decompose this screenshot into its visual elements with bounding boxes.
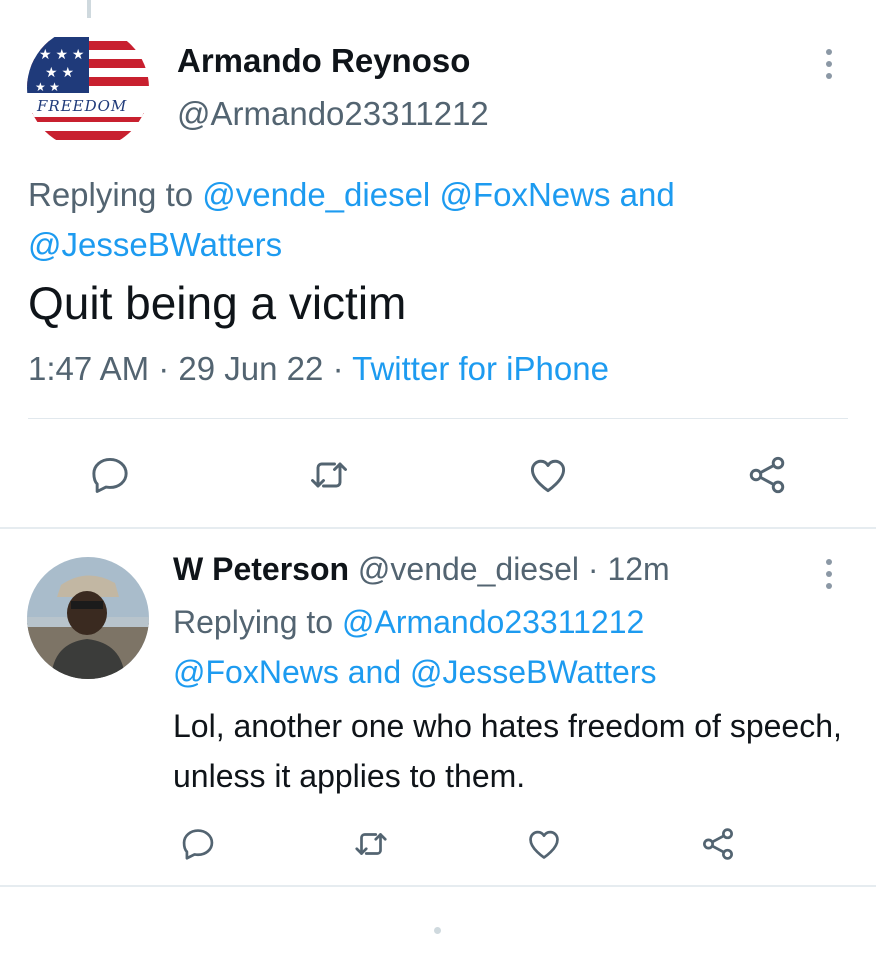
separator-dot: · <box>158 350 170 387</box>
author-handle[interactable]: @Armando23311212 <box>177 95 489 133</box>
replying-to: Replying to @vende_diesel @FoxNews and @J… <box>28 170 828 270</box>
tweet-actions <box>0 450 876 500</box>
replying-to: Replying to @Armando23311212 @FoxNews and… <box>173 597 833 697</box>
author-handle[interactable]: @vende_diesel <box>358 551 579 587</box>
reply-icon[interactable] <box>85 450 135 500</box>
main-tweet: ★ ★ ★ ★ ★ ★ ★ FREEDOM Armando Reynoso @A… <box>0 0 876 528</box>
mention-link[interactable]: @JesseBWatters <box>410 654 656 690</box>
heart-icon[interactable] <box>523 450 573 500</box>
tweet-text: Lol, another one who hates freedom of sp… <box>173 708 842 794</box>
mention-link[interactable]: @FoxNews <box>439 176 610 213</box>
tweet-time[interactable]: 12m <box>607 551 669 587</box>
avatar[interactable] <box>27 557 149 679</box>
svg-text:★ ★: ★ ★ <box>45 64 74 80</box>
loading-dot-icon <box>434 927 441 934</box>
avatar[interactable]: ★ ★ ★ ★ ★ ★ ★ FREEDOM <box>27 27 149 149</box>
avatar-freedom-text: FREEDOM <box>37 97 128 115</box>
mention-joiner[interactable]: and <box>348 654 401 690</box>
author-name[interactable]: W Peterson <box>173 551 349 587</box>
tweet-date[interactable]: 29 Jun 22 <box>178 350 323 387</box>
mention-link[interactable]: @Armando23311212 <box>342 604 644 640</box>
mention-joiner[interactable]: and <box>620 176 675 213</box>
reply-icon[interactable] <box>173 819 223 869</box>
divider <box>28 418 848 419</box>
retweet-icon[interactable] <box>304 450 354 500</box>
mention-link[interactable]: @vende_diesel <box>202 176 430 213</box>
more-vertical-icon[interactable] <box>824 49 834 79</box>
tweet-source-link[interactable]: Twitter for iPhone <box>352 350 609 387</box>
mention-link[interactable]: @JesseBWatters <box>28 226 282 263</box>
separator-dot: · <box>587 551 599 587</box>
mention-link[interactable]: @FoxNews <box>173 654 339 690</box>
reply-header: W Peterson @vende_diesel · 12m <box>173 551 670 588</box>
retweet-icon[interactable] <box>346 819 396 869</box>
share-icon[interactable] <box>693 819 743 869</box>
heart-icon[interactable] <box>519 819 569 869</box>
replying-prefix: Replying to <box>28 176 203 213</box>
author-name[interactable]: Armando Reynoso <box>177 42 470 80</box>
svg-text:★ ★ ★: ★ ★ ★ <box>39 46 84 62</box>
separator-dot: · <box>332 350 344 387</box>
replying-prefix: Replying to <box>173 604 342 640</box>
more-vertical-icon[interactable] <box>824 559 834 589</box>
reply-tweet: W Peterson @vende_diesel · 12m Replying … <box>0 529 876 889</box>
tweet-meta: 1:47 AM · 29 Jun 22 · Twitter for iPhone <box>28 350 609 388</box>
tweet-actions <box>0 819 876 865</box>
share-icon[interactable] <box>742 450 792 500</box>
tweet-time[interactable]: 1:47 AM <box>28 350 149 387</box>
svg-text:★ ★: ★ ★ <box>35 80 60 94</box>
tweet-text: Quit being a victim <box>28 277 407 329</box>
tweet-separator <box>0 885 876 887</box>
